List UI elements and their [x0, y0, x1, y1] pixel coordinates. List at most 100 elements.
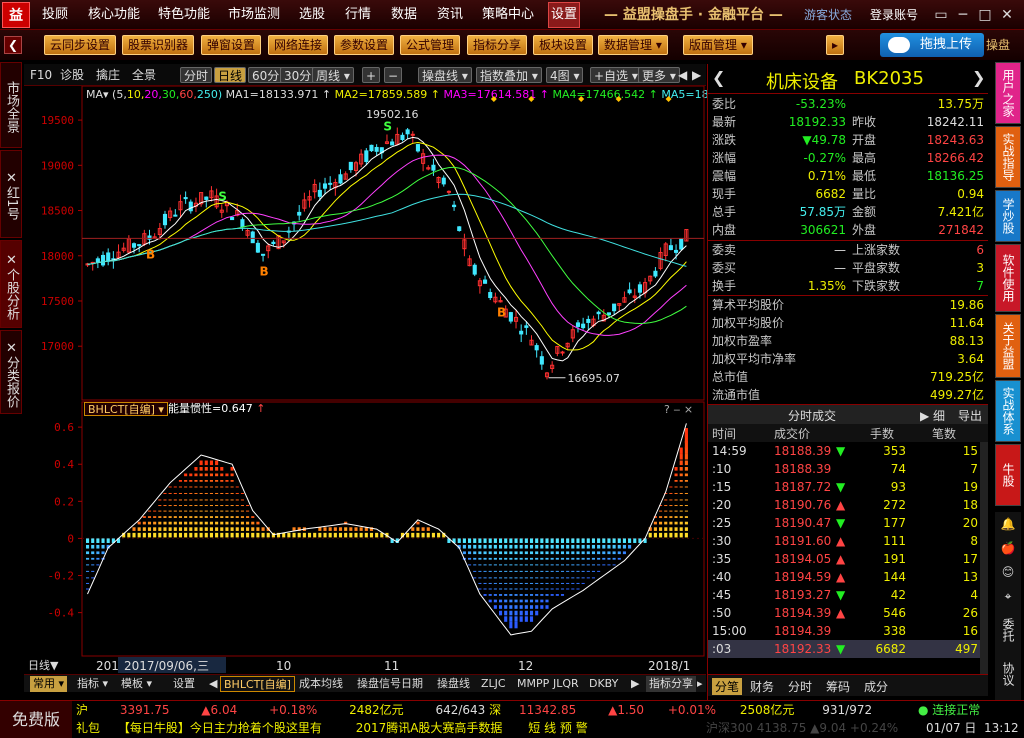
ticks-scrollbar[interactable]: [980, 442, 988, 674]
ticks-tab[interactable]: 筹码: [826, 678, 850, 695]
tab-bhlct[interactable]: BHLCT[自编]: [220, 676, 295, 692]
ticks-tab[interactable]: 分笔: [712, 678, 743, 695]
indicator-dropdown[interactable]: 指标 ▾: [74, 676, 111, 692]
tab-cost-ma[interactable]: 成本均线: [296, 676, 346, 692]
tab-software-use[interactable]: 软件使用: [995, 244, 1021, 312]
period-weekly[interactable]: 周线 ▾: [312, 67, 354, 83]
tab-dkby[interactable]: DKBY: [586, 676, 621, 692]
minimize-icon[interactable]: ‒: [673, 403, 680, 416]
kline-chart[interactable]: 19500 19000 18500 18000 17500 17000 19502.16 16…: [24, 86, 706, 674]
toolbar-more-button[interactable]: ▸: [826, 35, 844, 55]
table-row[interactable]: :30 18191.60 ▲ 111 8: [708, 532, 980, 550]
tab-red-one[interactable]: ✕红1号: [0, 150, 22, 238]
zoom-in-button[interactable]: +: [362, 67, 380, 83]
axis-period-label[interactable]: 日线▼: [28, 657, 58, 673]
ticks-tab[interactable]: 分时: [788, 678, 812, 695]
catch-dealer-link[interactable]: 擒庄: [96, 67, 120, 83]
period-60min[interactable]: 60分: [248, 67, 284, 83]
event-diamond-icon[interactable]: [615, 96, 622, 102]
popup-settings-button[interactable]: 弹窗设置: [201, 35, 262, 55]
network-button[interactable]: 网络连接: [268, 35, 329, 55]
tab-combat-guide[interactable]: 实战指导: [995, 126, 1021, 188]
ticks-tab[interactable]: 财务: [750, 678, 774, 695]
tab-learn-stocks[interactable]: 学炒股: [995, 190, 1021, 242]
ticks-tab[interactable]: 成分: [864, 678, 888, 695]
settings-link[interactable]: 设置: [170, 676, 198, 692]
chart-prev-icon[interactable]: ◀: [678, 67, 687, 83]
guest-status[interactable]: 游客状态: [804, 0, 852, 30]
tabs-more-icon[interactable]: ▸: [694, 676, 706, 692]
tab-operate-line[interactable]: 操盘线: [434, 676, 473, 692]
news-alert[interactable]: 短 线 预 警: [528, 721, 587, 735]
export-button[interactable]: 导出: [958, 407, 982, 424]
news-contest[interactable]: 2017腾讯A股大赛高手数据: [356, 721, 503, 735]
event-diamond-icon[interactable]: [578, 96, 585, 102]
chart-next-icon[interactable]: ▶: [692, 67, 701, 83]
maximize-icon[interactable]: □: [976, 6, 994, 24]
table-row[interactable]: :20 18190.76 ▲ 272 18: [708, 496, 980, 514]
news-gift[interactable]: 礼包: [76, 721, 100, 735]
event-diamond-icon[interactable]: [528, 96, 535, 102]
period-daily[interactable]: 日线: [214, 67, 247, 83]
event-diamond-icon[interactable]: [490, 96, 497, 102]
menu-strategy-center[interactable]: 策略中心: [478, 0, 538, 30]
tab-about[interactable]: 关于益盟: [995, 314, 1021, 378]
template-dropdown[interactable]: 模板 ▾: [118, 676, 155, 692]
menu-core-functions[interactable]: 核心功能: [84, 0, 144, 30]
free-version-badge[interactable]: 免费版: [0, 701, 72, 738]
table-row[interactable]: :03 18192.33 ▼ 6682 497: [708, 640, 980, 658]
order-button[interactable]: 委托: [995, 608, 1021, 652]
close-icon[interactable]: ✕: [4, 341, 19, 356]
restore-icon[interactable]: ▭: [932, 6, 950, 24]
tab-jlqr[interactable]: JLQR: [550, 676, 582, 692]
tab-user-home[interactable]: 用户之家: [995, 62, 1021, 124]
f10-link[interactable]: F10: [30, 67, 52, 83]
more-dropdown[interactable]: 更多 ▾: [638, 67, 680, 83]
apple-icon[interactable]: 🍎: [995, 536, 1021, 560]
add-watchlist-dropdown[interactable]: +自选 ▾: [590, 67, 642, 83]
four-charts-dropdown[interactable]: 4图 ▾: [546, 67, 584, 83]
menu-news[interactable]: 资讯: [432, 0, 468, 30]
param-settings-button[interactable]: 参数设置: [334, 35, 395, 55]
tab-next-icon[interactable]: ▶: [628, 676, 642, 692]
table-row[interactable]: 15:00 18194.39 338 16: [708, 622, 980, 640]
tab-signal-dates[interactable]: 操盘信号日期: [354, 676, 426, 692]
menu-special-functions[interactable]: 特色功能: [154, 0, 214, 30]
table-row[interactable]: :25 18190.47 ▼ 177 20: [708, 514, 980, 532]
common-dropdown[interactable]: 常用 ▾: [30, 676, 68, 692]
bell-icon[interactable]: 🔔: [995, 512, 1021, 536]
diagnose-link[interactable]: 诊股: [60, 67, 84, 83]
table-row[interactable]: :40 18194.59 ▲ 144 13: [708, 568, 980, 586]
close-icon[interactable]: ⨯: [684, 403, 693, 416]
toolbar-back-icon[interactable]: ❮: [4, 36, 22, 54]
tab-market-overview[interactable]: 市场全景: [0, 62, 22, 148]
table-row[interactable]: :10 18188.39 74 7: [708, 460, 980, 478]
panorama-link[interactable]: 全景: [132, 67, 156, 83]
close-icon[interactable]: ✕: [998, 6, 1016, 24]
detail-toggle[interactable]: ▶ 细: [920, 407, 945, 424]
formula-button[interactable]: 公式管理: [400, 35, 461, 55]
indicator-share-button[interactable]: 指标分享: [467, 35, 528, 55]
sector-settings-button[interactable]: 板块设置: [533, 35, 594, 55]
event-diamond-icon[interactable]: [665, 96, 672, 102]
tab-prev-icon[interactable]: ◀: [206, 676, 220, 692]
indicator-name-dropdown[interactable]: BHLCT[自编] ▾: [84, 402, 168, 416]
menu-stock-picking[interactable]: 选股: [294, 0, 330, 30]
menu-advisor[interactable]: 投顾: [36, 0, 74, 30]
tab-zljc[interactable]: ZLJC: [478, 676, 509, 692]
zoom-out-button[interactable]: −: [384, 67, 402, 83]
period-intraday[interactable]: 分时: [180, 67, 213, 83]
table-row[interactable]: :35 18194.05 ▲ 191 17: [708, 550, 980, 568]
index-overlay-dropdown[interactable]: 指数叠加 ▾: [476, 67, 542, 83]
table-row[interactable]: :45 18193.27 ▼ 42 4: [708, 586, 980, 604]
tab-combat-system[interactable]: 实战体系: [995, 380, 1021, 442]
menu-settings[interactable]: 设置: [548, 2, 580, 28]
table-row[interactable]: :15 18187.72 ▼ 93 19: [708, 478, 980, 496]
agreement-button[interactable]: 协议: [995, 652, 1021, 696]
tab-mmpp[interactable]: MMPP: [514, 676, 552, 692]
data-management-button[interactable]: 数据管理 ▾: [598, 35, 668, 55]
login-link[interactable]: 登录账号: [870, 0, 918, 30]
menu-quotes[interactable]: 行情: [340, 0, 376, 30]
next-stock-icon[interactable]: ❯: [972, 68, 985, 87]
operate-line-dropdown[interactable]: 操盘线 ▾: [418, 67, 472, 83]
